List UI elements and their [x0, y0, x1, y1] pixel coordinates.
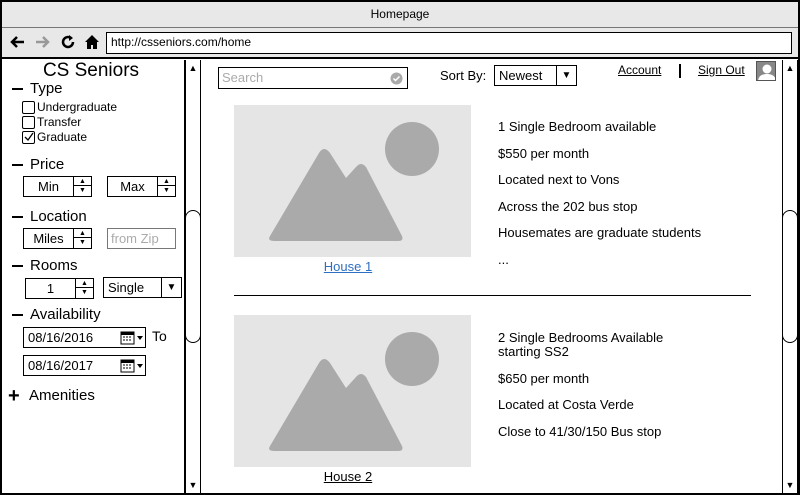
rooms-count-stepper[interactable]: 1 ▲ ▼ [25, 278, 94, 299]
divider [679, 64, 681, 78]
account-link[interactable]: Account [618, 63, 661, 77]
detail-line: $550 per month [498, 146, 590, 161]
collapse-icon [12, 87, 23, 90]
stepper-up-icon[interactable]: ▲ [76, 279, 93, 288]
detail-line: Located at Costa Verde [498, 397, 634, 412]
listing-divider [234, 295, 751, 296]
location-section-header[interactable]: Location [12, 208, 87, 225]
forward-arrow-icon[interactable] [34, 33, 52, 51]
collapse-icon [12, 215, 23, 218]
avatar[interactable] [756, 61, 776, 81]
stepper-up-icon[interactable]: ▲ [158, 177, 175, 186]
stepper-up-icon[interactable]: ▲ [74, 229, 91, 238]
site-title: CS Seniors [42, 60, 140, 81]
scroll-thumb[interactable] [185, 210, 201, 343]
collapse-icon [12, 163, 23, 166]
amenities-section-header[interactable]: + Amenities [8, 384, 95, 407]
scroll-up-icon[interactable]: ▲ [186, 61, 200, 75]
checkbox-graduate[interactable]: Graduate [22, 130, 87, 144]
search-input[interactable]: Search [218, 67, 408, 89]
check-icon [24, 132, 34, 142]
detail-line: 2 Single Bedrooms Available [498, 330, 664, 345]
room-type-select[interactable]: Single ▼ [103, 277, 182, 298]
availability-section-header[interactable]: Availability [12, 306, 101, 323]
dropdown-arrow-icon[interactable]: ▼ [556, 66, 576, 85]
calendar-icon[interactable] [119, 328, 145, 347]
house-2-image[interactable] [234, 315, 471, 467]
image-placeholder-icon [269, 122, 439, 241]
collapse-icon [12, 313, 23, 316]
search-check-icon[interactable] [390, 71, 403, 90]
price-section-header[interactable]: Price [12, 156, 64, 173]
availability-to-date[interactable]: 08/16/2017 [23, 355, 146, 376]
stepper-down-icon[interactable]: ▼ [74, 186, 91, 195]
browser-toolbar: http://csseniors.com/home [2, 28, 798, 59]
zip-input[interactable]: from Zip [107, 228, 176, 249]
detail-line: starting SS2 [498, 344, 569, 359]
detail-line: Close to 41/30/150 Bus stop [498, 424, 662, 439]
house-1-image[interactable] [234, 105, 471, 257]
reload-icon[interactable] [59, 33, 77, 51]
detail-line: $650 per month [498, 371, 590, 386]
house-2-link[interactable]: House 2 [318, 469, 378, 484]
scroll-down-icon[interactable]: ▼ [186, 478, 200, 492]
stepper-down-icon[interactable]: ▼ [158, 186, 175, 195]
back-arrow-icon[interactable] [8, 33, 26, 51]
checkbox[interactable] [22, 100, 35, 114]
sidebar-scrollbar[interactable]: ▲ ▼ [185, 60, 201, 493]
window-title: Homepage [2, 2, 798, 28]
scroll-thumb[interactable] [782, 210, 798, 343]
home-icon[interactable] [83, 33, 101, 51]
calendar-icon[interactable] [119, 356, 145, 375]
detail-line: Located next to Vons [498, 172, 620, 187]
type-section-header[interactable]: Type [12, 80, 63, 97]
price-max-stepper[interactable]: Max ▲ ▼ [107, 176, 176, 197]
expand-icon: + [8, 384, 20, 407]
scroll-down-icon[interactable]: ▼ [783, 478, 797, 492]
miles-stepper[interactable]: Miles ▲ ▼ [23, 228, 92, 249]
sort-select[interactable]: Newest ▼ [494, 65, 577, 86]
stepper-down-icon[interactable]: ▼ [76, 288, 93, 297]
detail-line: Across the 202 bus stop [498, 199, 638, 214]
price-min-stepper[interactable]: Min ▲ ▼ [23, 176, 92, 197]
detail-line: ... [498, 252, 509, 267]
sign-out-link[interactable]: Sign Out [698, 63, 745, 77]
stepper-down-icon[interactable]: ▼ [74, 238, 91, 247]
url-bar[interactable]: http://csseniors.com/home [106, 32, 792, 54]
checkbox-checked[interactable] [22, 130, 35, 144]
listings-panel: Search Sort By: Newest ▼ Account Sign Ou… [202, 60, 782, 493]
detail-line: 1 Single Bedroom available [498, 119, 657, 134]
filter-sidebar: CS Seniors Type Undergraduate Transfer G… [2, 60, 185, 493]
checkbox-undergraduate[interactable]: Undergraduate [22, 100, 117, 114]
checkbox[interactable] [22, 115, 35, 129]
collapse-icon [12, 264, 23, 267]
to-label: To [152, 328, 167, 344]
main-scrollbar[interactable]: ▲ ▼ [782, 60, 798, 493]
house-1-link[interactable]: House 1 [318, 259, 378, 274]
sort-label: Sort By: [440, 68, 487, 83]
scroll-up-icon[interactable]: ▲ [783, 61, 797, 75]
image-placeholder-icon [269, 332, 439, 451]
checkbox-transfer[interactable]: Transfer [22, 115, 81, 129]
rooms-section-header[interactable]: Rooms [12, 257, 78, 274]
availability-from-date[interactable]: 08/16/2016 [23, 327, 146, 348]
browser-window: Homepage http://csseniors.com/home CS Se… [0, 0, 800, 495]
stepper-up-icon[interactable]: ▲ [74, 177, 91, 186]
detail-line: Housemates are graduate students [498, 225, 702, 240]
user-icon [758, 64, 775, 80]
dropdown-arrow-icon[interactable]: ▼ [161, 278, 181, 297]
